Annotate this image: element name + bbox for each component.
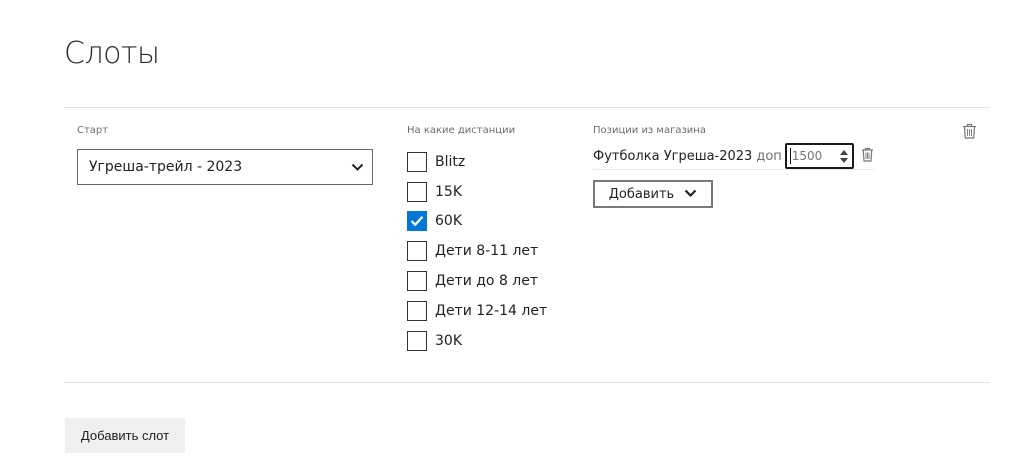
chevron-down-icon [350,160,364,174]
start-select-value: Угреша-трейл - 2023 [89,159,243,175]
chevron-down-icon [684,187,697,202]
checkbox[interactable] [407,151,427,172]
extra-price-input[interactable]: 1500 [784,143,854,169]
spin-down-icon[interactable] [840,157,848,163]
distances-label: На какие дистанции [407,125,516,136]
extra-price-value: 1500 [789,148,823,164]
spin-up-icon[interactable] [840,149,848,155]
slots-page: Слоты Старт Угреша-трейл - 2023 На какие… [0,0,1033,476]
checkbox[interactable] [407,300,427,321]
distance-option[interactable]: Blitz [407,147,547,177]
page-title: Слоты [64,36,160,71]
shop-positions-label: Позиции из магазина [593,125,706,136]
shop-position-row: Футболка Угреша-2023 доп 1500 [593,143,874,170]
add-position-button[interactable]: Добавить [593,180,713,208]
distance-label: Дети до 8 лет [435,273,539,290]
distance-label: Дети 8-11 лет [435,243,539,260]
distance-option[interactable]: Дети до 8 лет [407,266,547,296]
add-position-label: Добавить [608,186,675,202]
extra-price-label: доп [756,148,782,164]
distance-option[interactable]: Дети 8-11 лет [407,236,547,266]
distance-option[interactable]: 15K [407,177,547,207]
distance-label: Blitz [435,153,466,170]
number-spinner[interactable] [840,149,848,163]
distance-option[interactable]: Дети 12-14 лет [407,296,547,326]
checkbox[interactable] [407,241,427,262]
divider-bottom [64,382,990,383]
start-label: Старт [77,125,109,136]
delete-slot-icon[interactable] [962,123,977,143]
add-slot-button[interactable]: Добавить слот [65,418,185,453]
distance-option[interactable]: 60K [407,207,547,237]
checkbox[interactable] [407,271,427,292]
distance-label: 30K [435,332,462,349]
distance-label: 60K [435,213,462,230]
distance-label: Дети 12-14 лет [435,302,548,319]
trash-icon[interactable] [861,147,874,166]
checkmark-icon [410,216,424,227]
shop-item-name: Футболка Угреша-2023 [593,148,753,164]
distance-option[interactable]: 30K [407,326,547,356]
distances-list: Blitz 15K 60K Дети 8-11 лет Дети до 8 ле… [407,147,547,356]
checkbox[interactable] [407,330,427,351]
divider-top [64,107,990,108]
checkbox-checked[interactable] [407,211,427,232]
checkbox[interactable] [407,181,427,202]
start-select[interactable]: Угреша-трейл - 2023 [77,149,373,185]
distance-label: 15K [435,183,462,200]
